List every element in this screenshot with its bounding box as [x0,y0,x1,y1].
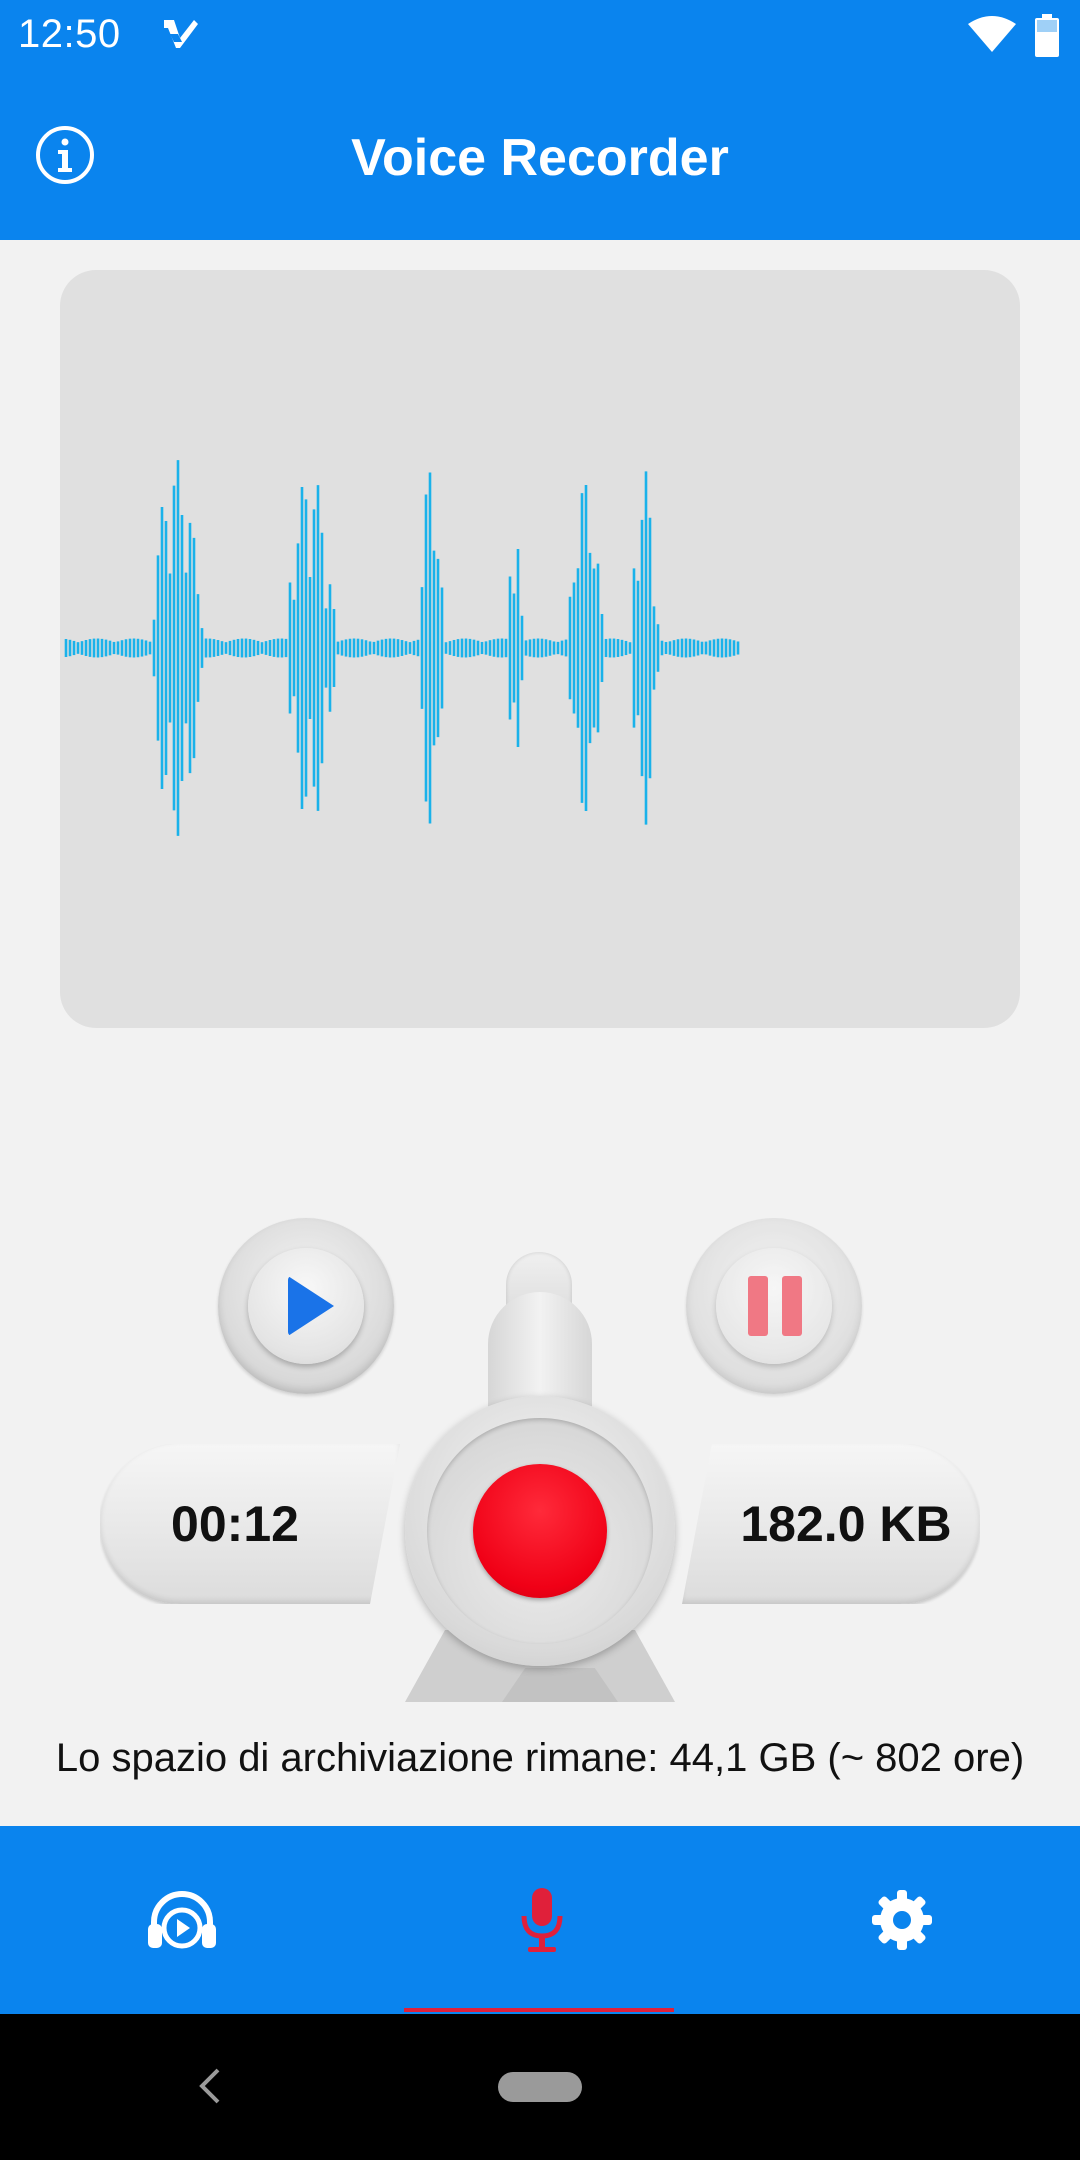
play-button[interactable] [218,1218,394,1394]
nav-item-settings[interactable] [720,1826,1080,2014]
play-button-face [248,1248,364,1364]
home-icon[interactable] [498,2072,582,2102]
file-size: 182.0 KB [740,1496,952,1552]
wifi-icon [968,16,1016,52]
pause-button[interactable] [686,1218,862,1394]
pause-icon [748,1276,802,1336]
play-icon [288,1276,334,1336]
storage-remaining-text: Lo spazio di archiviazione rimane: 44,1 … [55,1736,1025,1780]
battery-icon [1035,14,1059,57]
back-icon[interactable] [192,2064,226,2108]
elapsed-time: 00:12 [171,1496,299,1552]
status-time: 12:50 [18,12,121,56]
app-title: Voice Recorder [351,129,729,187]
recorder-controls: 00:12 182.0 KB [0,1200,1080,1720]
playback-headphones-icon [148,1891,216,1949]
microphone-icon [521,1888,563,1952]
waveform-panel [60,270,1020,1028]
nav-item-playback[interactable] [0,1826,360,2014]
pause-button-face [716,1248,832,1364]
record-button[interactable] [405,1396,675,1666]
status-bar: 12:50 [0,0,1080,72]
system-nav-bar [0,2014,1080,2160]
app-bar: Voice Recorder [0,72,1080,240]
active-tab-indicator [404,2008,674,2012]
file-size-display: 182.0 KB [682,1444,980,1604]
elapsed-time-display: 00:12 [100,1444,400,1604]
app-notification-icon [164,20,198,48]
bottom-nav [0,1826,1080,2014]
waveform [64,460,740,836]
record-icon [473,1464,607,1598]
settings-gear-icon [872,1890,932,1950]
nav-item-record[interactable] [360,1826,720,2014]
